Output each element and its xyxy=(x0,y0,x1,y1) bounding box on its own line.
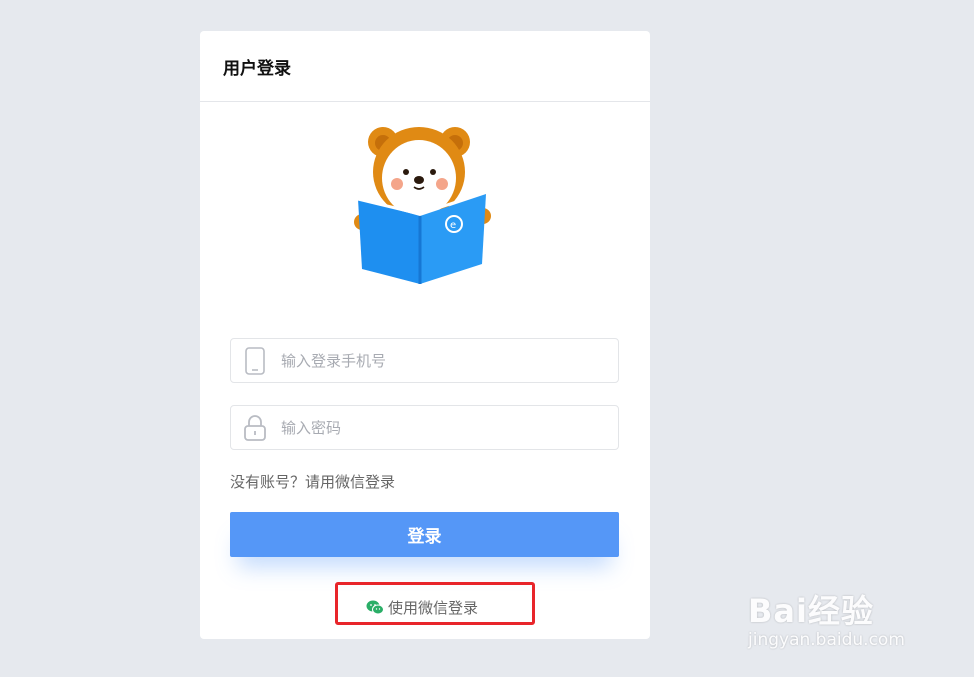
login-card: 用户登录 e 输入登录手机号 没有账号？请用微信登录 登录 使用微信登录 xyxy=(200,31,650,639)
password-input[interactable] xyxy=(279,417,603,438)
page-title: 用户登录 xyxy=(223,58,291,79)
watermark-url: jingyan.baidu.com xyxy=(748,630,905,650)
password-field xyxy=(230,405,619,450)
phone-field xyxy=(230,338,619,383)
page: 用户登录 e 输入登录手机号 没有账号？请用微信登录 登录 使用微信登录 Bai… xyxy=(0,0,974,677)
card-header: 用户登录 xyxy=(200,31,650,102)
lock-icon xyxy=(231,414,279,442)
register-hint: 没有账号？请用微信登录 xyxy=(230,473,396,491)
mascot-logo: e xyxy=(354,127,491,284)
watermark: Bai经验 jingyan.baidu.com xyxy=(748,572,923,657)
watermark-brand: Bai经验 xyxy=(748,592,874,630)
phone-input[interactable] xyxy=(279,350,603,371)
wechat-icon xyxy=(366,600,384,615)
wechat-login-label: 使用微信登录 xyxy=(388,599,479,617)
login-button[interactable]: 登录 xyxy=(230,512,619,557)
svg-text:e: e xyxy=(450,220,456,231)
wechat-login-link[interactable]: 使用微信登录 xyxy=(366,597,478,618)
phone-icon xyxy=(231,346,279,375)
